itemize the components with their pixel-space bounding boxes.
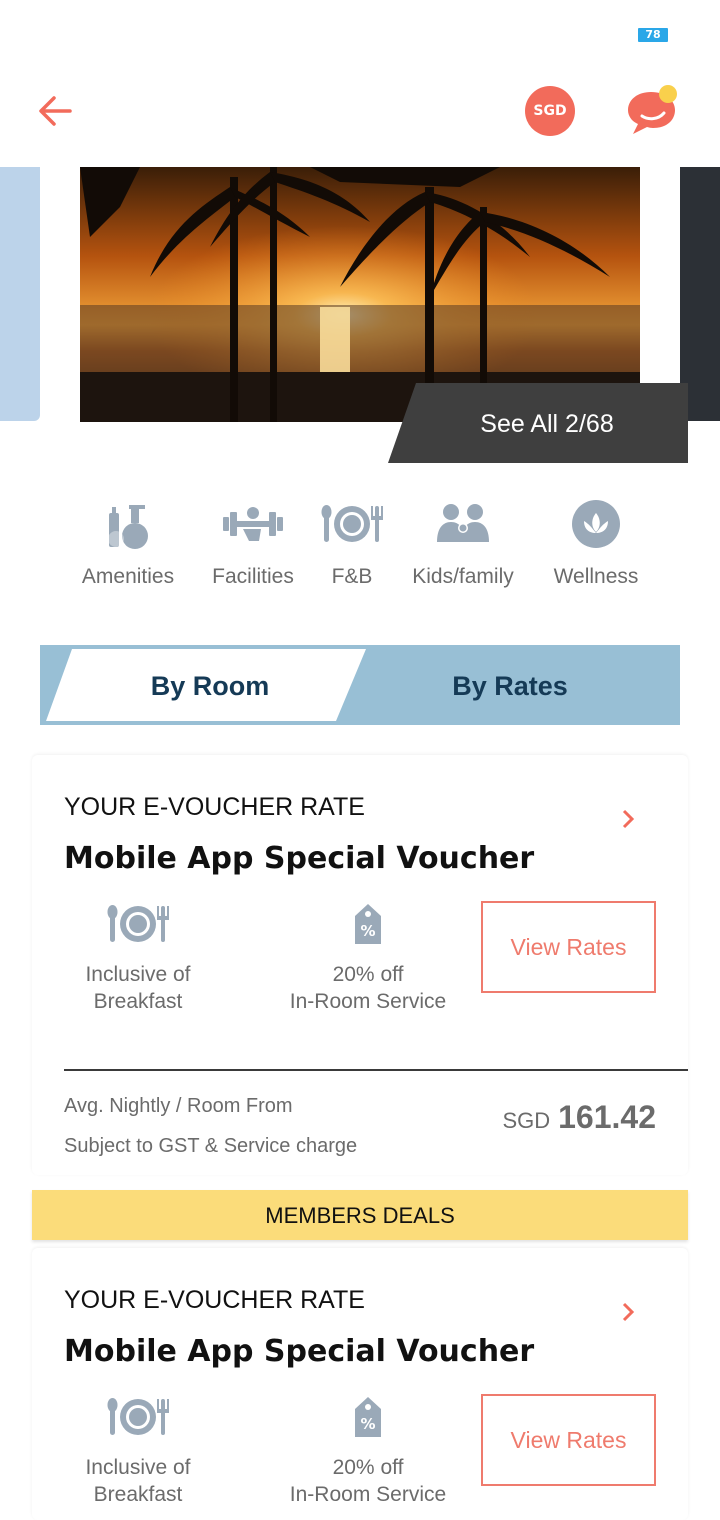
chevron-right-icon[interactable] xyxy=(618,1302,638,1322)
category-kids-family[interactable]: Kids/family xyxy=(404,495,522,589)
app-bar: SGD xyxy=(0,70,720,152)
rate-title: Mobile App Special Voucher xyxy=(64,1334,535,1369)
currency-button[interactable]: SGD xyxy=(525,86,575,136)
see-all-label: See All 2/68 xyxy=(480,410,614,438)
category-fnb[interactable]: F&B xyxy=(300,495,404,589)
category-wellness[interactable]: Wellness xyxy=(536,495,656,589)
svg-text:%: % xyxy=(360,922,375,940)
previous-photo[interactable] xyxy=(0,167,40,421)
family-icon xyxy=(437,504,489,542)
plate-cutlery-icon xyxy=(107,1398,169,1435)
battery-indicator: 78 xyxy=(638,28,668,42)
perk-room-service: % 20% off In-Room Service xyxy=(278,901,458,1015)
perk-line: 20% off xyxy=(332,963,404,986)
view-rates-button[interactable]: View Rates xyxy=(481,1394,656,1486)
dumbbell-icon xyxy=(223,507,283,541)
amenities-icon xyxy=(108,505,148,549)
perk-breakfast: Inclusive of Breakfast xyxy=(48,1394,228,1508)
perk-room-service: % 20% off In-Room Service xyxy=(278,1394,458,1508)
view-rates-button[interactable]: View Rates xyxy=(481,901,656,993)
tab-by-rates[interactable]: By Rates xyxy=(380,645,640,725)
price-amount: 161.42 xyxy=(558,1099,656,1135)
category-amenities[interactable]: Amenities xyxy=(68,495,188,589)
category-label: Facilities xyxy=(212,565,294,588)
hotel-categories: Amenities Facilities F&B Kids/family Wel… xyxy=(0,495,720,605)
divider xyxy=(64,1069,688,1071)
plate-cutlery-icon xyxy=(107,905,169,942)
perk-line: Breakfast xyxy=(93,1483,183,1506)
rate-title: Mobile App Special Voucher xyxy=(64,841,535,876)
rate-type-label: YOUR E-VOUCHER RATE xyxy=(64,793,365,821)
rate-card[interactable]: YOUR E-VOUCHER RATE Mobile App Special V… xyxy=(32,755,688,1175)
tab-by-room[interactable]: By Room xyxy=(80,645,340,725)
members-deals-banner[interactable]: MEMBERS DEALS xyxy=(32,1190,688,1240)
price: SGD 161.42 xyxy=(502,1099,656,1136)
rate-type-label: YOUR E-VOUCHER RATE xyxy=(64,1286,365,1314)
perk-line: 20% off xyxy=(332,1456,404,1479)
status-bar: 78 xyxy=(0,0,720,60)
discount-tag-icon: % xyxy=(355,1397,381,1437)
back-button[interactable] xyxy=(30,88,82,134)
plate-cutlery-icon xyxy=(321,505,383,542)
category-label: Kids/family xyxy=(412,565,514,588)
discount-tag-icon: % xyxy=(355,904,381,944)
chat-bubble-icon xyxy=(628,85,677,134)
lotus-icon xyxy=(572,500,620,548)
perk-line: Inclusive of xyxy=(85,963,191,986)
category-label: F&B xyxy=(331,565,373,588)
rate-card[interactable]: YOUR E-VOUCHER RATE Mobile App Special V… xyxy=(32,1248,688,1520)
perk-line: Breakfast xyxy=(93,990,183,1013)
photo-gallery[interactable]: See All 2/68 xyxy=(0,167,720,467)
arrow-left-icon xyxy=(39,96,72,126)
tax-note: Subject to GST & Service charge xyxy=(64,1135,358,1157)
avg-nightly-label: Avg. Nightly / Room From xyxy=(64,1095,293,1117)
category-label: Amenities xyxy=(81,565,175,588)
perk-line: In-Room Service xyxy=(289,1483,447,1506)
perk-breakfast: Inclusive of Breakfast xyxy=(48,901,228,1015)
perk-line: In-Room Service xyxy=(289,990,447,1013)
category-label: Wellness xyxy=(553,565,639,588)
see-all-photos-button[interactable]: See All 2/68 xyxy=(388,383,688,463)
chat-button[interactable] xyxy=(622,82,682,138)
category-facilities[interactable]: Facilities xyxy=(193,495,313,589)
svg-text:%: % xyxy=(360,1415,375,1433)
price-currency: SGD xyxy=(502,1108,551,1133)
perk-line: Inclusive of xyxy=(85,1456,191,1479)
chevron-right-icon[interactable] xyxy=(618,809,638,829)
rate-view-toggle: By Room By Rates xyxy=(40,645,680,725)
